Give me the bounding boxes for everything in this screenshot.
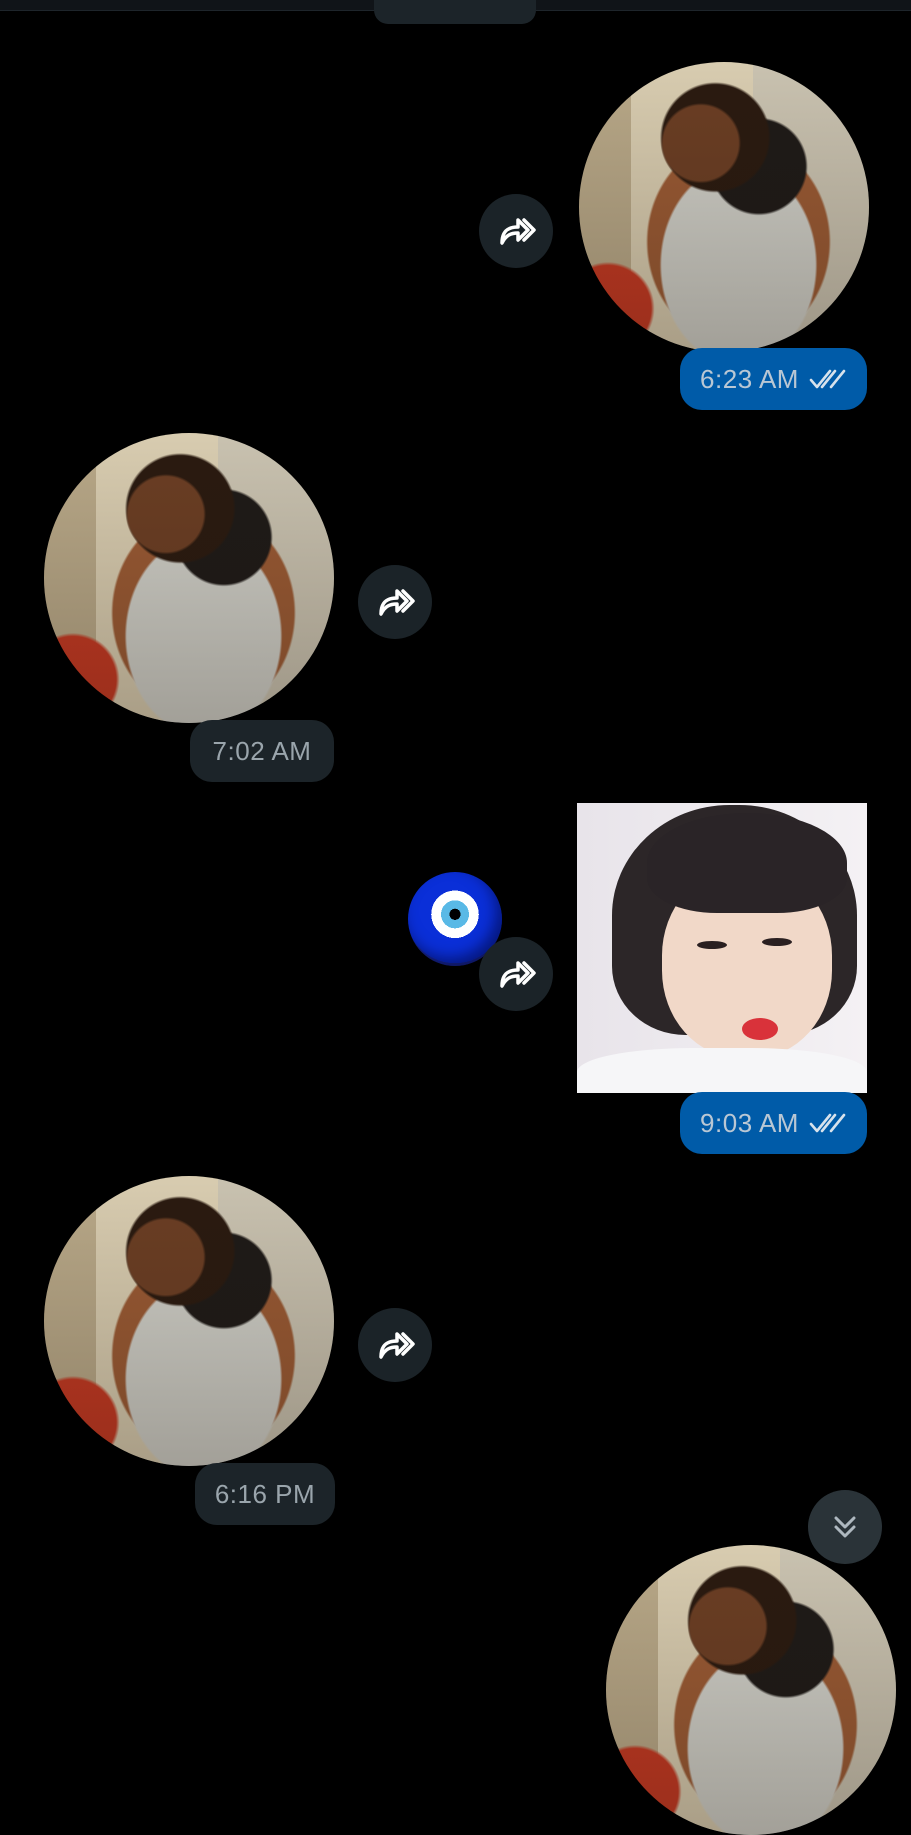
message-time-bubble: 6:23 AM xyxy=(680,348,867,410)
scroll-down-button[interactable] xyxy=(808,1490,882,1564)
video-note-message[interactable] xyxy=(44,433,334,723)
forward-button[interactable] xyxy=(479,194,553,268)
message-time: 9:03 AM xyxy=(700,1107,799,1138)
forward-icon xyxy=(500,961,536,988)
message-time-bubble: 9:03 AM xyxy=(680,1092,867,1154)
video-note-message[interactable] xyxy=(606,1545,896,1835)
forward-icon xyxy=(500,218,536,245)
sticker-image[interactable] xyxy=(577,803,867,1093)
double-check-icon xyxy=(809,1113,846,1133)
forward-button[interactable] xyxy=(479,937,553,1011)
video-note-message[interactable] xyxy=(44,1176,334,1466)
message-time: 6:23 AM xyxy=(700,363,799,394)
double-chevron-down-icon xyxy=(834,1516,856,1538)
message-time-bubble: 7:02 AM xyxy=(190,720,334,782)
message-time-bubble: 6:16 PM xyxy=(195,1463,335,1525)
forward-icon xyxy=(379,1332,415,1359)
forward-button[interactable] xyxy=(358,565,432,639)
video-note-message[interactable] xyxy=(579,62,869,352)
forward-icon xyxy=(379,589,415,616)
date-chip xyxy=(374,0,536,24)
message-time: 6:16 PM xyxy=(214,1478,316,1509)
forward-button[interactable] xyxy=(358,1308,432,1382)
double-check-icon xyxy=(809,369,846,389)
message-time: 7:02 AM xyxy=(212,735,312,766)
